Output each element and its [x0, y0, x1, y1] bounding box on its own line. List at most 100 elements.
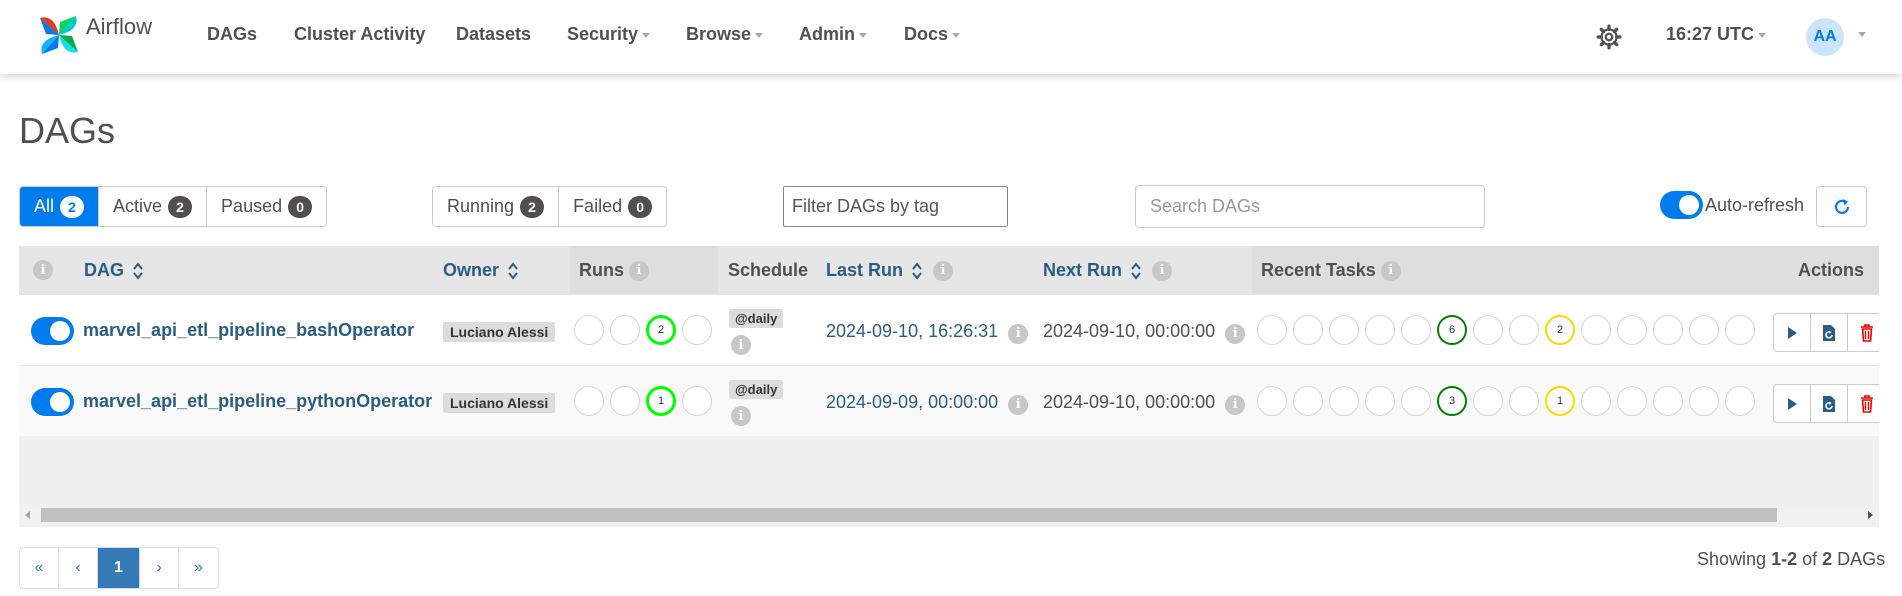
task-state-circle[interactable] [1617, 386, 1647, 416]
refresh-button[interactable] [1816, 186, 1867, 227]
user-avatar[interactable]: AA [1806, 18, 1844, 56]
dag-pause-toggle[interactable] [31, 317, 74, 345]
header-last-run[interactable]: Last Run i [826, 260, 954, 281]
task-state-circle[interactable] [1725, 386, 1755, 416]
nav-admin[interactable]: Admin [799, 24, 867, 45]
top-navbar: Airflow DAGs Cluster Activity Datasets S… [0, 0, 1902, 74]
scroll-thumb[interactable] [41, 508, 1777, 522]
header-next-run[interactable]: Next Run i [1043, 260, 1173, 281]
gear-icon[interactable] [1596, 24, 1622, 50]
nav-datasets[interactable]: Datasets [456, 24, 531, 45]
last-run-link[interactable]: 2024-09-10, 16:26:31 i [826, 321, 1029, 344]
run-state-circle-running[interactable]: 2 [646, 315, 676, 345]
scroll-left-icon[interactable] [25, 511, 30, 519]
nav-dags[interactable]: DAGs [207, 24, 257, 45]
auto-refresh-toggle[interactable] [1660, 191, 1703, 219]
run-state-circle[interactable] [610, 315, 640, 345]
tag-filter-input[interactable]: Filter DAGs by tag [783, 186, 1008, 227]
info-icon: i [731, 406, 751, 426]
task-state-circle[interactable]: 1 [1545, 386, 1575, 416]
task-state-circle[interactable] [1581, 386, 1611, 416]
filter-paused-button[interactable]: Paused 0 [207, 187, 327, 226]
filter-all-button[interactable]: All 2 [20, 187, 100, 226]
page-first[interactable]: « [20, 548, 59, 588]
schedule-badge[interactable]: @daily [729, 380, 784, 399]
task-state-circle[interactable] [1365, 315, 1395, 345]
filter-active-button[interactable]: Active 2 [99, 187, 208, 226]
page-current[interactable]: 1 [98, 548, 140, 588]
task-state-circle[interactable] [1509, 315, 1539, 345]
delete-dag-button[interactable] [1848, 314, 1879, 351]
showing-count: Showing 1-2 of 2 DAGs [1697, 549, 1886, 569]
dags-table: i DAG Owner Runs i Schedule Last Run i N… [19, 246, 1879, 527]
page-next[interactable]: › [140, 548, 179, 588]
task-state-circle[interactable] [1725, 315, 1755, 345]
task-state-circle[interactable] [1689, 315, 1719, 345]
last-run-link[interactable]: 2024-09-09, 00:00:00 i [826, 392, 1029, 415]
task-state-circle[interactable] [1509, 386, 1539, 416]
dag-id-link[interactable]: marvel_api_etl_pipeline_bashOperator [83, 320, 414, 341]
trigger-dag-button[interactable] [1774, 385, 1811, 422]
nav-cluster-activity[interactable]: Cluster Activity [294, 24, 425, 45]
task-state-circle[interactable]: 6 [1437, 315, 1467, 345]
owner-badge[interactable]: Luciano Alessi [443, 393, 556, 413]
task-state-circle[interactable] [1293, 315, 1323, 345]
run-state-circle[interactable] [574, 315, 604, 345]
pagination: « ‹ 1 › » [19, 547, 219, 589]
header-info: i [33, 260, 53, 280]
owner-badge[interactable]: Luciano Alessi [443, 322, 556, 342]
trigger-dag-button[interactable] [1774, 314, 1811, 351]
task-state-circle[interactable] [1617, 315, 1647, 345]
task-state-circle[interactable] [1329, 315, 1359, 345]
task-state-circle[interactable] [1257, 386, 1287, 416]
task-state-circle[interactable]: 3 [1437, 386, 1467, 416]
header-owner[interactable]: Owner [443, 260, 519, 281]
task-state-circle[interactable] [1329, 386, 1359, 416]
run-state-circle[interactable] [574, 386, 604, 416]
nav-security[interactable]: Security [567, 24, 651, 45]
next-run-value: 2024-09-10, 00:00:00 i [1043, 392, 1246, 415]
nav-browse[interactable]: Browse [686, 24, 764, 45]
info-icon: i [1225, 323, 1246, 344]
page-last[interactable]: » [179, 548, 218, 588]
task-state-circle[interactable] [1401, 315, 1431, 345]
delete-dag-button[interactable] [1848, 385, 1879, 422]
horizontal-scrollbar[interactable] [19, 506, 1879, 524]
task-state-circle[interactable]: 2 [1545, 315, 1575, 345]
refresh-dag-button[interactable] [1811, 385, 1848, 422]
search-input[interactable]: Search DAGs [1135, 185, 1485, 228]
info-icon: i [1008, 394, 1029, 415]
run-state-circle[interactable] [610, 386, 640, 416]
task-state-circle[interactable] [1293, 386, 1323, 416]
info-icon: i [1152, 260, 1173, 281]
task-state-circle[interactable] [1581, 315, 1611, 345]
header-runs: Runs i [579, 260, 650, 281]
refresh-file-icon [1823, 324, 1835, 341]
filter-failed-button[interactable]: Failed 0 [559, 187, 667, 226]
task-state-circle[interactable] [1689, 386, 1719, 416]
sort-icon [133, 261, 143, 280]
dag-id-link[interactable]: marvel_api_etl_pipeline_pythonOperator [83, 391, 432, 412]
header-dag[interactable]: DAG [84, 260, 144, 281]
scroll-right-icon[interactable] [1868, 511, 1873, 519]
run-state-circle-running[interactable]: 1 [646, 386, 676, 416]
task-state-circle[interactable] [1473, 315, 1503, 345]
run-state-circle[interactable] [682, 315, 712, 345]
chevron-down-icon[interactable] [1858, 32, 1866, 37]
task-state-circle[interactable] [1401, 386, 1431, 416]
task-state-circle[interactable] [1473, 386, 1503, 416]
dag-pause-toggle[interactable] [31, 388, 74, 416]
task-state-circle[interactable] [1257, 315, 1287, 345]
task-state-circle[interactable] [1653, 386, 1683, 416]
task-state-circle[interactable] [1653, 315, 1683, 345]
run-state-circle[interactable] [682, 386, 712, 416]
filter-running-button[interactable]: Running 2 [433, 187, 560, 226]
schedule-badge[interactable]: @daily [729, 309, 784, 328]
refresh-dag-button[interactable] [1811, 314, 1848, 351]
page-prev[interactable]: ‹ [59, 548, 98, 588]
brand-logo[interactable]: Airflow [34, 10, 152, 60]
info-icon: i [33, 260, 53, 280]
task-state-circle[interactable] [1365, 386, 1395, 416]
utc-clock[interactable]: 16:27 UTC [1666, 24, 1767, 45]
nav-docs[interactable]: Docs [904, 24, 961, 45]
